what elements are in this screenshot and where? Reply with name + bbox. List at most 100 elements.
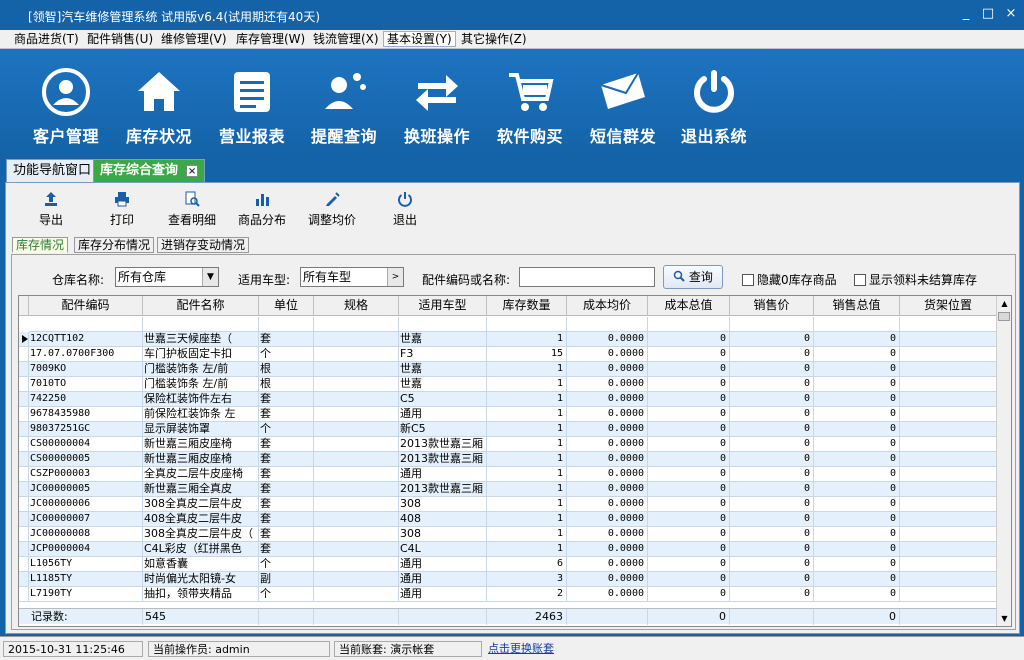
menu-purchase[interactable]: 商品进货(T) bbox=[11, 32, 82, 48]
scroll-up-icon[interactable]: ▲ bbox=[997, 296, 1011, 311]
close-button[interactable]: × bbox=[1003, 6, 1019, 22]
cell-cost-total: 0 bbox=[648, 377, 730, 392]
cell-car-model: 2013款世嘉三厢 bbox=[399, 452, 487, 467]
view-detail-button[interactable]: 查看明细 bbox=[166, 191, 218, 229]
column-header-cost-total[interactable]: 成本总值 bbox=[648, 296, 730, 316]
sms-button[interactable]: 短信群发 bbox=[577, 67, 669, 147]
show-unsettled-box[interactable] bbox=[854, 274, 866, 286]
exit-button[interactable]: 退出 bbox=[390, 191, 420, 229]
hide-zero-checkbox[interactable]: 隐藏0库存商品 bbox=[742, 271, 837, 288]
report-button[interactable]: 营业报表 bbox=[206, 67, 298, 147]
purchase-button[interactable]: 软件购买 bbox=[484, 67, 576, 147]
distribution-button[interactable]: 商品分布 bbox=[236, 191, 288, 229]
cell-spec bbox=[314, 527, 399, 542]
table-row[interactable]: 742250 保险杠装饰件左右套 C5 1 0.0000 0 0 0 bbox=[19, 392, 997, 407]
tab-navigation[interactable]: 功能导航窗口 bbox=[6, 159, 99, 182]
cell-avg-cost: 0.0000 bbox=[567, 467, 648, 482]
subtab-stock[interactable]: 库存情况 bbox=[12, 237, 69, 253]
column-header-avg-cost[interactable]: 成本均价 bbox=[567, 296, 648, 316]
export-button[interactable]: 导出 bbox=[36, 191, 66, 229]
cell-spec bbox=[314, 347, 399, 362]
menu-parts-sales[interactable]: 配件销售(U) bbox=[84, 32, 156, 48]
cell-unit: 套 bbox=[259, 482, 314, 497]
menu-repair[interactable]: 维修管理(V) bbox=[158, 32, 230, 48]
exit-system-button[interactable]: 退出系统 bbox=[668, 67, 760, 147]
cell-part-name: 显示屏装饰罩 bbox=[143, 422, 259, 437]
cell-car-model: 408 bbox=[399, 512, 487, 527]
table-row[interactable]: 12CQTT102 世嘉三天候座垫（套世嘉 1 0.0000 0 0 0 bbox=[19, 332, 997, 347]
table-row[interactable]: L7190TY 抽扣，领带夹精品个通用 2 0.0000 0 0 0 bbox=[19, 587, 997, 602]
subtab-stock-distribution[interactable]: 库存分布情况 bbox=[74, 237, 155, 253]
subtab-stock-movement[interactable]: 进销存变动情况 bbox=[157, 237, 250, 253]
row-indicator bbox=[19, 332, 29, 347]
scroll-thumb[interactable] bbox=[998, 312, 1010, 321]
cell-part-name: 世嘉三天候座垫（ bbox=[143, 332, 259, 347]
code-input[interactable] bbox=[519, 267, 655, 287]
table-row[interactable]: 98037251GC 显示屏装饰罩个新C5 1 0.0000 0 0 0 bbox=[19, 422, 997, 437]
inventory-status-button[interactable]: 库存状况 bbox=[113, 67, 205, 147]
column-header-shelf[interactable]: 货架位置 bbox=[900, 296, 997, 316]
table-row[interactable]: CSZP000003 全真皮二层牛皮座椅套通用 1 0.0000 0 0 0 bbox=[19, 467, 997, 482]
column-header-car-model[interactable]: 适用车型 bbox=[399, 296, 487, 316]
table-row[interactable]: JC00000006 308全真皮二层牛皮套 308 1 0.0000 0 0 0 bbox=[19, 497, 997, 512]
table-row[interactable]: CS00000004 新世嘉三厢皮座椅套 2013款世嘉三厢 1 0.0000 0 0 0 bbox=[19, 437, 997, 452]
status-operator: 当前操作员: admin bbox=[148, 641, 330, 657]
table-row[interactable]: JC00000008 308全真皮二层牛皮（套 308 1 0.0000 0 0 0 bbox=[19, 527, 997, 542]
table-row[interactable]: JC00000005 新世嘉三厢全真皮套 2013款世嘉三厢 1 0.0000 0 0 0 bbox=[19, 482, 997, 497]
print-button[interactable]: 打印 bbox=[107, 191, 137, 229]
customer-button[interactable]: 客户管理 bbox=[20, 67, 112, 147]
cell-sale-price: 0 bbox=[730, 482, 814, 497]
cell-shelf bbox=[900, 572, 997, 587]
maximize-button[interactable]: □ bbox=[980, 6, 996, 22]
adjust-price-button[interactable]: 调整均价 bbox=[306, 191, 358, 229]
cell-unit: 套 bbox=[259, 392, 314, 407]
cell-part-name: 新世嘉三厢全真皮 bbox=[143, 482, 259, 497]
cell-cost-total: 0 bbox=[648, 347, 730, 362]
cell-part-name: 前保险杠装饰条 左 bbox=[143, 407, 259, 422]
switch-account-link[interactable]: 点击更换账套 bbox=[484, 641, 558, 657]
row-indicator bbox=[19, 347, 29, 362]
cell-part-code: 9678435980 bbox=[29, 407, 143, 422]
table-row[interactable]: L1185TY 时尚偏光太阳镜-女副通用 3 0.0000 0 0 0 bbox=[19, 572, 997, 587]
shift-button[interactable]: 换班操作 bbox=[391, 67, 483, 147]
model-picker-button[interactable]: > bbox=[387, 268, 403, 286]
menu-cashflow[interactable]: 钱流管理(X) bbox=[310, 32, 382, 48]
column-header-part-name[interactable]: 配件名称 bbox=[143, 296, 259, 316]
model-select[interactable]: 所有车型 > bbox=[300, 267, 404, 287]
column-header-stock-qty[interactable]: 库存数量 bbox=[487, 296, 567, 316]
table-row[interactable]: CS00000005 新世嘉三厢皮座椅套 2013款世嘉三厢 1 0.0000 0 0 0 bbox=[19, 452, 997, 467]
inventory-grid[interactable]: 配件编码 配件名称 单位 规格 适用车型 库存数量 成本均价 成本总值 销售价 销售总值 货架位置 … bbox=[18, 295, 1012, 627]
table-row[interactable]: 7009KO 门槛装饰条 左/前根世嘉 1 0.0000 0 0 0 bbox=[19, 362, 997, 377]
column-header-unit[interactable]: 单位 bbox=[259, 296, 314, 316]
table-row[interactable]: JCP0000004 C4L彩皮（红拼黑色套 C4L 1 0.0000 0 0 0 bbox=[19, 542, 997, 557]
table-row[interactable]: L1056TY 如意香囊个通用 6 0.0000 0 0 0 bbox=[19, 557, 997, 572]
menu-basic-settings[interactable]: 基本设置(Y) bbox=[383, 31, 456, 47]
scroll-down-icon[interactable]: ▼ bbox=[997, 611, 1011, 626]
cell-sale-price: 0 bbox=[730, 512, 814, 527]
tab-inventory-query[interactable]: 库存综合查询 × bbox=[93, 159, 206, 182]
menu-other[interactable]: 其它操作(Z) bbox=[458, 32, 530, 48]
tab-close-icon[interactable]: × bbox=[186, 164, 199, 177]
status-account: 当前账套: 演示帐套 bbox=[334, 641, 482, 657]
user-icon bbox=[42, 68, 90, 116]
column-header-sales-total[interactable]: 销售总值 bbox=[814, 296, 900, 316]
reminder-button[interactable]: 提醒查询 bbox=[298, 67, 390, 147]
column-header-sale-price[interactable]: 销售价 bbox=[730, 296, 814, 316]
column-header-part-code[interactable]: 配件编码 bbox=[29, 296, 143, 316]
warehouse-select[interactable]: 所有仓库 ▼ bbox=[115, 267, 219, 287]
show-unsettled-checkbox[interactable]: 显示领料未结算库存 bbox=[854, 271, 977, 288]
column-header-spec[interactable]: 规格 bbox=[314, 296, 399, 316]
query-button[interactable]: 查询 bbox=[663, 265, 723, 289]
table-row[interactable]: 17.07.0700F300 车门护板固定卡扣个 F3 15 0.0000 0 0 0 bbox=[19, 347, 997, 362]
row-indicator bbox=[19, 527, 29, 542]
vertical-scrollbar[interactable]: ▲ ▼ bbox=[996, 296, 1011, 626]
table-row[interactable]: 9678435980 前保险杠装饰条 左套通用 1 0.0000 0 0 0 bbox=[19, 407, 997, 422]
table-row[interactable]: 7010TO 门槛装饰条 左/前根世嘉 1 0.0000 0 0 0 bbox=[19, 377, 997, 392]
cell-sale-price: 0 bbox=[730, 437, 814, 452]
table-row[interactable]: JC00000007 408全真皮二层牛皮套 408 1 0.0000 0 0 0 bbox=[19, 512, 997, 527]
cell-avg-cost: 0.0000 bbox=[567, 347, 648, 362]
menu-inventory[interactable]: 库存管理(W) bbox=[233, 32, 308, 48]
hide-zero-box[interactable] bbox=[742, 274, 754, 286]
minimize-button[interactable]: _ bbox=[958, 6, 974, 22]
cell-cost-total: 0 bbox=[648, 437, 730, 452]
